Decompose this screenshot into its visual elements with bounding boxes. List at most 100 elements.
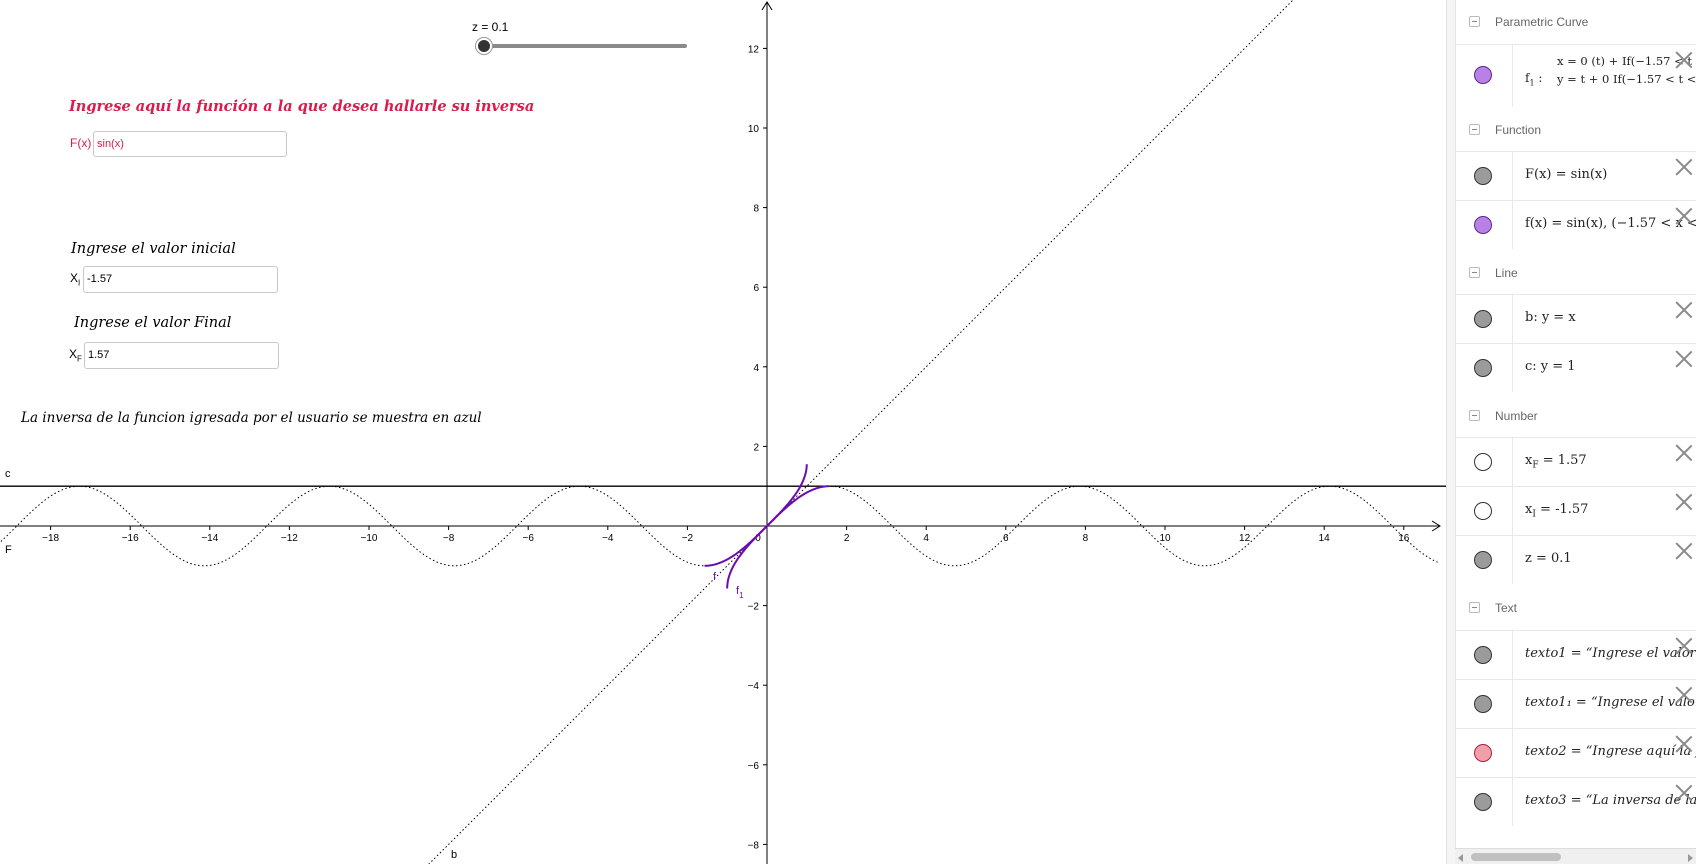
final-value-input[interactable]: 1.57	[84, 342, 279, 369]
scroll-left-icon[interactable]	[1458, 854, 1463, 862]
x-tick-label: −2	[682, 533, 694, 544]
group-number[interactable]: Number	[1455, 394, 1696, 438]
x-tick-label: −16	[122, 533, 139, 544]
function-input-label: F(x)	[70, 136, 92, 150]
x-tick-label: 10	[1159, 533, 1171, 544]
algebra-row-f1[interactable]: f1 : x = 0 (t) + If(−1.57 < t < y = t + …	[1455, 44, 1696, 107]
y-tick-label: 12	[748, 44, 760, 55]
scroll-right-icon[interactable]	[1688, 854, 1693, 862]
horizontal-scrollbar[interactable]	[1455, 848, 1696, 864]
delete-icon[interactable]	[1675, 636, 1693, 654]
algebra-row-texto1-1[interactable]: texto1₁ = “Ingrese el valor F	[1455, 679, 1696, 728]
y-tick-label: 2	[753, 442, 759, 453]
x-tick-label: −4	[602, 533, 614, 544]
scrollbar-thumb[interactable]	[1471, 853, 1561, 861]
y-tick-label: −8	[748, 840, 760, 851]
x-tick-label: 8	[1083, 533, 1089, 544]
visibility-marble-icon[interactable]	[1474, 793, 1492, 811]
x-tick-label: −18	[42, 533, 59, 544]
group-line[interactable]: Line	[1455, 251, 1696, 295]
collapse-icon[interactable]	[1469, 267, 1480, 278]
visibility-marble-icon[interactable]	[1474, 502, 1492, 520]
x-tick-label: 14	[1319, 533, 1331, 544]
F-expression: F(x) = sin(x)	[1525, 167, 1608, 182]
final-input-label: XF	[69, 347, 82, 364]
z-expression: z = 0.1	[1525, 551, 1572, 566]
final-value-prompt-text: Ingrese el valor Final	[74, 315, 232, 331]
visibility-marble-icon[interactable]	[1474, 66, 1492, 84]
xI-expression: xI = -1.57	[1525, 502, 1589, 520]
graphics-view[interactable]: −18 −16 −14 −12 −10 −8 −6 −4 −2 0 2 4 6 8 10 12 14 16 12 10…	[0, 0, 1446, 864]
coordinate-plane[interactable]: −18 −16 −14 −12 −10 −8 −6 −4 −2 0 2 4 6 8 10 12 14 161210…	[0, 0, 1446, 864]
label-f1-sub: 1	[739, 591, 744, 600]
delete-icon[interactable]	[1675, 443, 1693, 461]
collapse-icon[interactable]	[1469, 124, 1480, 135]
x-tick-label: 2	[844, 533, 850, 544]
slider-z-knob[interactable]	[476, 38, 492, 54]
delete-icon[interactable]	[1675, 783, 1693, 801]
x-tick-label: −10	[361, 533, 378, 544]
visibility-marble-icon[interactable]	[1474, 310, 1492, 328]
delete-icon[interactable]	[1675, 50, 1693, 68]
visibility-marble-icon[interactable]	[1474, 216, 1492, 234]
x-tick-label: −6	[522, 533, 534, 544]
algebra-row-c[interactable]: c: y = 1	[1455, 343, 1696, 392]
algebra-row-f[interactable]: f(x) = sin(x), (−1.57 < x <	[1455, 200, 1696, 249]
function-prompt-text: Ingrese aquí la función a la que desea h…	[69, 98, 535, 115]
collapse-icon[interactable]	[1469, 16, 1480, 27]
initial-value-input[interactable]: -1.57	[83, 266, 278, 293]
x-tick-label: 4	[923, 533, 929, 544]
algebra-row-F[interactable]: F(x) = sin(x)	[1455, 151, 1696, 200]
algebra-row-b[interactable]: b: y = x	[1455, 294, 1696, 343]
delete-icon[interactable]	[1675, 492, 1693, 510]
function-input[interactable]: sin(x)	[93, 131, 287, 157]
group-parametric-curve[interactable]: Parametric Curve	[1455, 0, 1696, 44]
visibility-marble-icon[interactable]	[1474, 744, 1492, 762]
delete-icon[interactable]	[1675, 734, 1693, 752]
algebra-row-texto1[interactable]: texto1 = “Ingrese el valor i	[1455, 630, 1696, 679]
y-tick-label: 6	[753, 283, 759, 294]
visibility-marble-icon[interactable]	[1474, 167, 1492, 185]
algebra-row-texto2[interactable]: texto2 = “Ingrese aquí la f	[1455, 728, 1696, 777]
visibility-marble-icon[interactable]	[1474, 551, 1492, 569]
y-tick-label: −2	[748, 602, 760, 613]
y-tick-label: −6	[748, 761, 760, 772]
collapse-icon[interactable]	[1469, 410, 1480, 421]
delete-icon[interactable]	[1675, 349, 1693, 367]
inverse-note-text: La inversa de la funcion igresada por el…	[21, 410, 482, 426]
slider-z-label: z = 0.1	[472, 20, 509, 34]
x-tick-label: −8	[443, 533, 455, 544]
label-F: F	[5, 544, 12, 556]
label-f1: f1	[736, 585, 744, 600]
visibility-marble-icon[interactable]	[1474, 646, 1492, 664]
f-expression: f(x) = sin(x), (−1.57 < x <	[1525, 216, 1696, 231]
group-function[interactable]: Function	[1455, 108, 1696, 152]
group-text[interactable]: Text	[1455, 586, 1696, 630]
delete-icon[interactable]	[1675, 157, 1693, 175]
y-tick-label: 4	[753, 363, 759, 374]
delete-icon[interactable]	[1675, 206, 1693, 224]
delete-icon[interactable]	[1675, 300, 1693, 318]
label-f: f	[713, 571, 717, 583]
visibility-marble-icon[interactable]	[1474, 695, 1492, 713]
line-b	[428, 0, 1294, 864]
delete-icon[interactable]	[1675, 541, 1693, 559]
algebra-row-xI[interactable]: xI = -1.57	[1455, 486, 1696, 535]
x-tick-label: −12	[281, 533, 298, 544]
algebra-row-xF[interactable]: xF = 1.57	[1455, 437, 1696, 486]
initial-input-label: XI	[70, 271, 81, 288]
c-expression: c: y = 1	[1525, 359, 1576, 374]
initial-value-prompt-text: Ingrese el valor inicial	[71, 241, 236, 257]
algebra-row-texto3[interactable]: texto3 = “La inversa de la f	[1455, 777, 1696, 826]
slider-z-track[interactable]	[484, 44, 687, 48]
b-expression: b: y = x	[1525, 310, 1576, 325]
algebra-view[interactable]: Parametric Curve f1 : x = 0 (t) + If(−1.…	[1446, 0, 1696, 864]
texto2-expression: texto2 = “Ingrese aquí la f	[1525, 744, 1696, 759]
xF-expression: xF = 1.57	[1525, 453, 1587, 471]
algebra-row-z[interactable]: z = 0.1	[1455, 535, 1696, 584]
y-tick-label: −4	[748, 681, 760, 692]
visibility-marble-icon[interactable]	[1474, 359, 1492, 377]
collapse-icon[interactable]	[1469, 602, 1480, 613]
visibility-marble-icon[interactable]	[1474, 453, 1492, 471]
delete-icon[interactable]	[1675, 685, 1693, 703]
